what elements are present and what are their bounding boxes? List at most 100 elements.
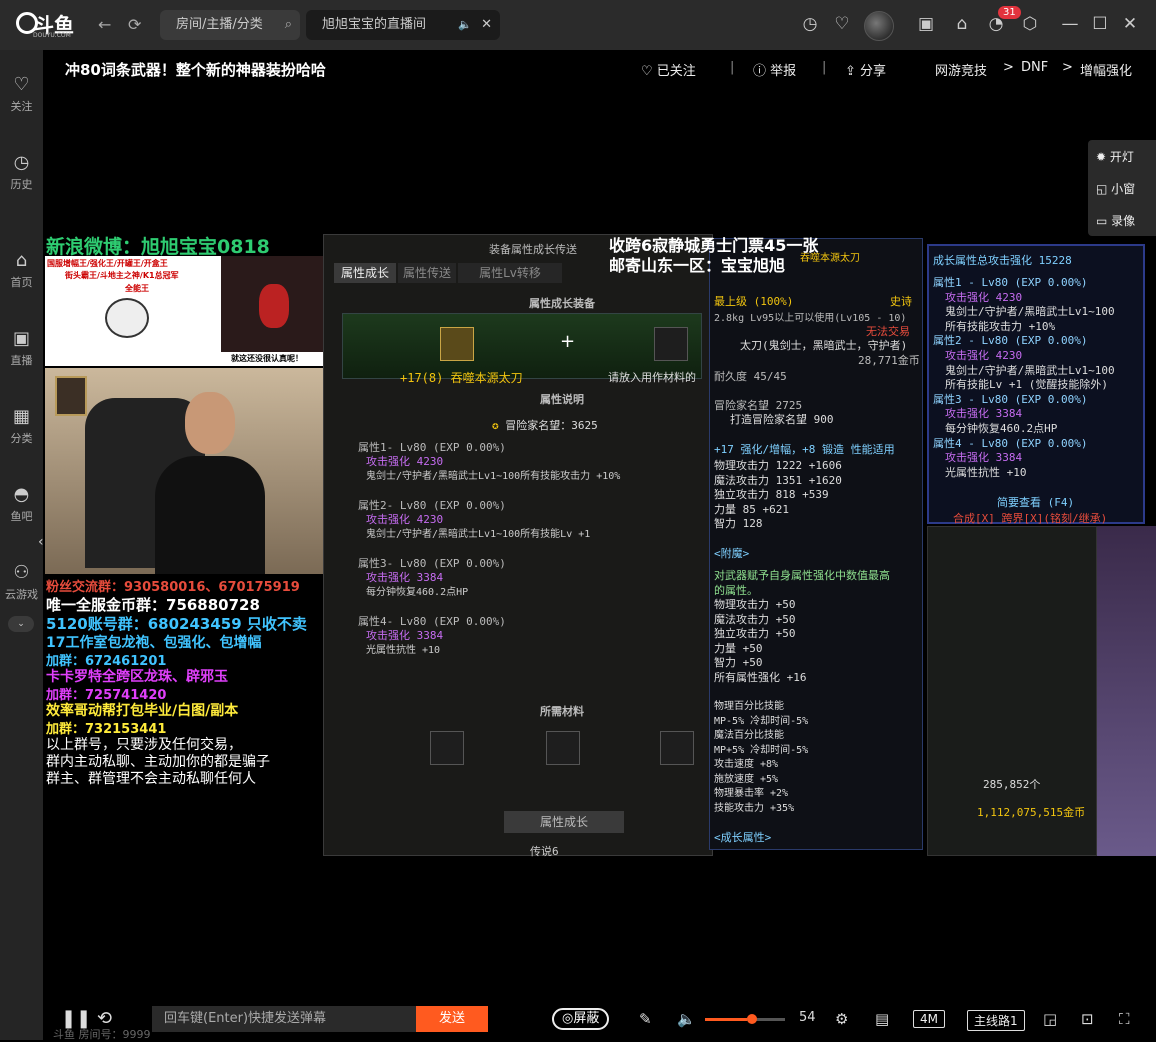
shirt-icon[interactable]: ⌂: [952, 14, 972, 34]
close-icon[interactable]: ✕: [1120, 14, 1140, 34]
share-button[interactable]: ⇪ 分享: [845, 60, 886, 79]
follow-button[interactable]: ♡ 已关注: [641, 60, 696, 79]
banner-text: 全能王: [125, 284, 149, 293]
minimize-icon[interactable]: —: [1060, 14, 1080, 34]
pause-icon[interactable]: ❚❚: [61, 1008, 91, 1029]
video-player[interactable]: 国服增幅王/强化王/开罐王/开盒王 街头霸王/斗地主之神/K1总冠军 全能王 就…: [43, 86, 1156, 991]
material-slot[interactable]: [546, 731, 580, 765]
close-tab-icon[interactable]: ✕: [481, 10, 492, 40]
reload-icon[interactable]: ⟲: [97, 1008, 112, 1029]
growth-attr-line: 属性2 - Lv80 (EXP 0.00%): [933, 334, 1088, 348]
report-button[interactable]: ⓘ 举报: [753, 60, 796, 79]
tv-icon: ▣: [12, 328, 30, 349]
avatar[interactable]: [864, 11, 894, 41]
tab-live-room[interactable]: 旭旭宝宝的直播间 🔈 ✕: [306, 10, 500, 40]
light-toggle[interactable]: ✹ 开灯: [1096, 148, 1134, 165]
line-button[interactable]: 主线路1: [967, 1010, 1025, 1031]
room-title: 冲80词条武器！整个新的神器装扮哈哈: [65, 61, 326, 79]
logo-subtext: DOUYU.COM: [33, 32, 71, 39]
fullscreen-icon[interactable]: ⛶: [1119, 1010, 1130, 1028]
growth-attr-line: 攻击强化 3384: [945, 407, 1023, 421]
settings-icon[interactable]: ⚙: [835, 1010, 848, 1028]
breadcrumb-sep: >: [1003, 60, 1014, 75]
block-label: 屏蔽: [573, 1011, 600, 1026]
clock-icon[interactable]: ◷: [800, 14, 820, 34]
material-slot[interactable]: [430, 731, 464, 765]
sidebar-item-follow[interactable]: ♡ 关注: [0, 60, 43, 130]
webfullscreen-icon[interactable]: ⊡: [1081, 1010, 1094, 1028]
sidebar-item-fishbar[interactable]: ◓ 鱼吧: [0, 470, 43, 540]
studio-text: 17工作室包龙袍、包强化、包增幅: [46, 635, 262, 651]
mini-window-button[interactable]: ◱ 小窗: [1096, 180, 1135, 197]
growth-attr-line: 攻击强化 4230: [945, 349, 1023, 362]
weapon-slot[interactable]: [440, 327, 474, 361]
volume-slider[interactable]: [705, 1014, 785, 1024]
tab-search[interactable]: 房间/主播/分类 ⌕: [160, 10, 300, 40]
growth-header: <成长属性>: [714, 831, 772, 844]
tab-attr-growth[interactable]: 属性成长: [334, 263, 396, 283]
grid-icon: ▦: [12, 406, 30, 427]
mini-label: 小窗: [1111, 182, 1136, 196]
settings-icon[interactable]: ⬡: [1020, 14, 1040, 34]
player-controls: 斗鱼 房间号：9999 ❚❚ ⟲ 回车键(Enter)快捷发送弹幕 发送 ◎屏蔽…: [43, 992, 1156, 1041]
skill-line: 攻击速度 +8%: [714, 759, 779, 770]
sidebar-item-cloudgame[interactable]: ⚇ 云游戏: [0, 548, 43, 618]
tab-attr-transfer[interactable]: 属性传送: [398, 263, 456, 283]
speaker-icon[interactable]: 🔈: [458, 10, 472, 40]
sidebar-item-category[interactable]: ▦ 分类: [0, 392, 43, 462]
volume-knob[interactable]: [747, 1014, 757, 1024]
quick-view-link[interactable]: 简要查看 (F4): [997, 494, 1074, 510]
danmaku-settings-icon[interactable]: ▤: [875, 1010, 889, 1028]
breadcrumb-game[interactable]: DNF: [1021, 60, 1048, 75]
clock-icon: ◷: [13, 152, 30, 173]
back-button[interactable]: ←: [98, 15, 111, 34]
tab-label: 房间/主播/分类: [176, 17, 263, 32]
volume-icon[interactable]: 🔈: [677, 1010, 696, 1028]
block-toggle[interactable]: ◎屏蔽: [552, 1008, 610, 1030]
sidebar-item-history[interactable]: ◷ 历史: [0, 138, 43, 208]
synth-link[interactable]: 合成[X] 跨界[X](铭刻/继承): [953, 510, 1107, 526]
growth-attr-line: 属性3 - Lv80 (EXP 0.00%): [933, 392, 1088, 406]
sidebar-item-live[interactable]: ▣ 直播: [0, 314, 43, 384]
record-button[interactable]: ▭ 录像: [1096, 212, 1135, 229]
pip-icon[interactable]: ◲: [1043, 1010, 1057, 1028]
attr-effect: 鬼剑士/守护者/黑暗武士Lv1~100所有技能Lv +1: [366, 529, 591, 540]
tab-label: 旭旭宝宝的直播间: [322, 17, 427, 32]
notice-text: 群主、群管理不会主动私聊任何人: [46, 771, 256, 787]
player-float-menu: ✹ 开灯 ◱ 小窗 ▭ 录像: [1088, 140, 1156, 236]
gold-group-text: 唯一全服金币群：756880728: [46, 596, 260, 614]
material-slot[interactable]: [660, 731, 694, 765]
follow-label: 已关注: [656, 64, 696, 79]
meme-banner: 国服增幅王/强化王/开罐王/开盒王 街头霸王/斗地主之神/K1总冠军 全能王 就…: [45, 256, 323, 366]
calendar-icon[interactable]: ▣: [916, 14, 936, 34]
breadcrumb-tag[interactable]: 增幅强化: [1080, 60, 1132, 79]
attr-growth-button[interactable]: 属性成长: [504, 811, 624, 833]
sidebar-item-label: 关注: [10, 100, 33, 113]
sidebar-item-label: 分类: [10, 432, 33, 445]
section-title: 属性说明: [540, 393, 584, 406]
heart-icon[interactable]: ♡: [832, 14, 852, 34]
growth-attr-panel: 成长属性总攻击强化 15228 属性1 - Lv80 (EXP 0.00%) 攻击…: [927, 244, 1145, 526]
material-count: 285,852个: [983, 778, 1041, 791]
item-tooltip: 吞噬本源太刀 最上级 (100%) 史诗 2.8kg Lv95以上可以使用(Lv…: [709, 238, 923, 850]
edit-icon[interactable]: ✎: [639, 1010, 652, 1028]
send-button[interactable]: 发送: [416, 1006, 488, 1032]
refresh-button[interactable]: ⟳: [128, 15, 141, 34]
quality-button[interactable]: 4M: [913, 1010, 945, 1028]
growth-attr-line: 鬼剑士/守护者/黑暗武士Lv1~100: [945, 363, 1115, 377]
heart-icon: ♡: [641, 64, 657, 79]
breadcrumb-category[interactable]: 网游竞技: [935, 60, 987, 79]
search-icon[interactable]: ⌕: [285, 10, 292, 40]
danmaku-input[interactable]: 回车键(Enter)快捷发送弹幕: [152, 1006, 416, 1032]
streamer-body: [155, 456, 265, 574]
home-icon: ⌂: [15, 250, 28, 271]
tab-attr-lv-shift[interactable]: 属性Lv转移: [458, 263, 562, 283]
maximize-icon[interactable]: ☐: [1090, 14, 1110, 34]
expand-sidebar-button[interactable]: ⌄: [8, 616, 34, 632]
sidebar-item-home[interactable]: ⌂ 首页: [0, 236, 43, 306]
material-slot[interactable]: [654, 327, 688, 361]
record-label: 录像: [1111, 214, 1136, 228]
growth-attr-line: 属性1 - Lv80 (EXP 0.00%): [933, 276, 1088, 289]
skill-line: 技能攻击力 +35%: [714, 802, 795, 814]
fame-value: ✪ 冒险家名望：3625: [492, 417, 598, 433]
